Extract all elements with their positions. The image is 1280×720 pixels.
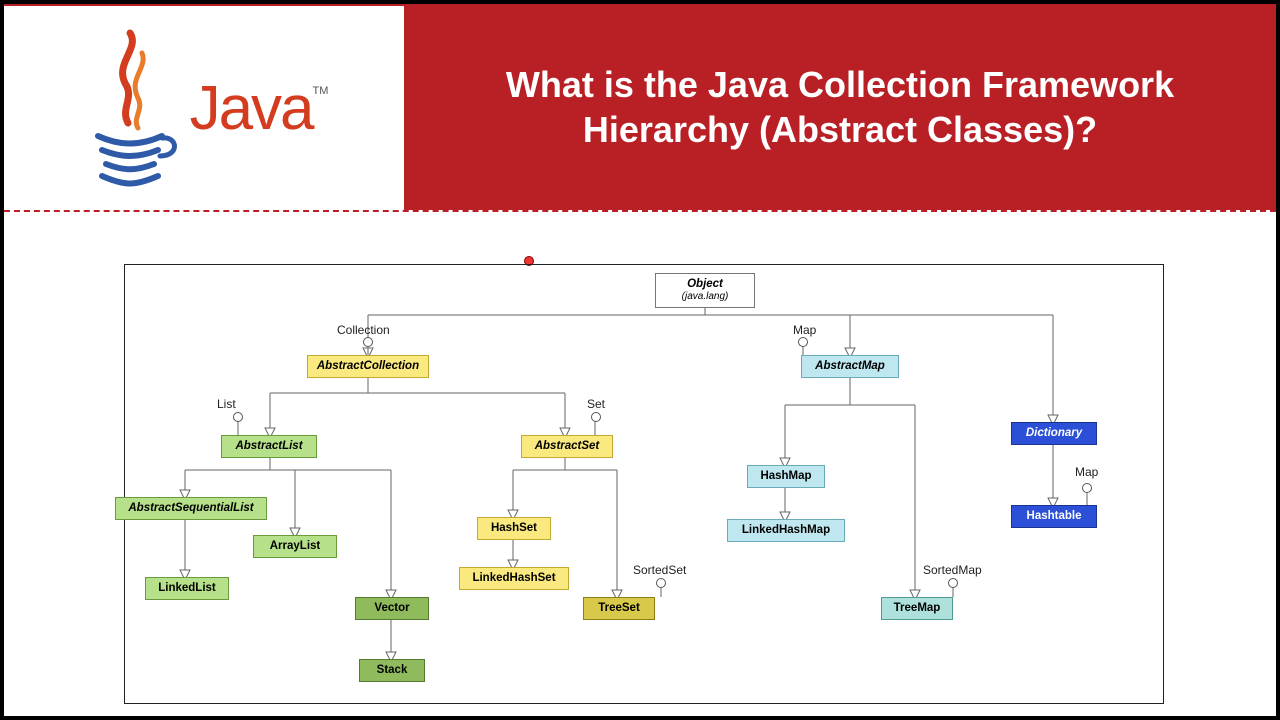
label-sortedset: SortedSet xyxy=(633,563,686,577)
title-panel: What is the Java Collection Framework Hi… xyxy=(404,4,1276,210)
java-logo-text: JavaTM xyxy=(190,73,329,144)
header: JavaTM What is the Java Collection Frame… xyxy=(4,4,1276,212)
node-treemap: TreeMap xyxy=(881,597,953,620)
node-arraylist: ArrayList xyxy=(253,535,337,558)
node-linkedhashset: LinkedHashSet xyxy=(459,567,569,590)
node-linkedhashmap: LinkedHashMap xyxy=(727,519,845,542)
lollipop-icon xyxy=(798,337,808,347)
node-hashmap: HashMap xyxy=(747,465,825,488)
node-abstractsequentiallist: AbstractSequentialList xyxy=(115,497,267,520)
node-abstractset: AbstractSet xyxy=(521,435,613,458)
lollipop-icon xyxy=(363,337,373,347)
label-map: Map xyxy=(793,323,816,337)
label-collection: Collection xyxy=(337,323,390,337)
node-object: Object (java.lang) xyxy=(655,273,755,308)
logo-area: JavaTM xyxy=(4,4,404,210)
node-dictionary: Dictionary xyxy=(1011,422,1097,445)
connectors xyxy=(125,265,1165,705)
node-stack: Stack xyxy=(359,659,425,682)
lollipop-icon xyxy=(233,412,243,422)
lollipop-icon xyxy=(591,412,601,422)
lollipop-icon xyxy=(948,578,958,588)
label-set: Set xyxy=(587,397,605,411)
hierarchy-diagram: Object (java.lang) Collection List Set M… xyxy=(124,264,1164,704)
label-sortedmap: SortedMap xyxy=(923,563,982,577)
node-linkedlist: LinkedList xyxy=(145,577,229,600)
label-map2: Map xyxy=(1075,465,1098,479)
node-hashset: HashSet xyxy=(477,517,551,540)
lollipop-icon xyxy=(1082,483,1092,493)
node-abstractmap: AbstractMap xyxy=(801,355,899,378)
node-treeset: TreeSet xyxy=(583,597,655,620)
label-list: List xyxy=(217,397,236,411)
node-abstractcollection: AbstractCollection xyxy=(307,355,429,378)
node-abstractlist: AbstractList xyxy=(221,435,317,458)
node-hashtable: Hashtable xyxy=(1011,505,1097,528)
page-title: What is the Java Collection Framework Hi… xyxy=(434,62,1246,152)
node-vector: Vector xyxy=(355,597,429,620)
lollipop-icon xyxy=(656,578,666,588)
java-logo-icon xyxy=(80,28,180,188)
